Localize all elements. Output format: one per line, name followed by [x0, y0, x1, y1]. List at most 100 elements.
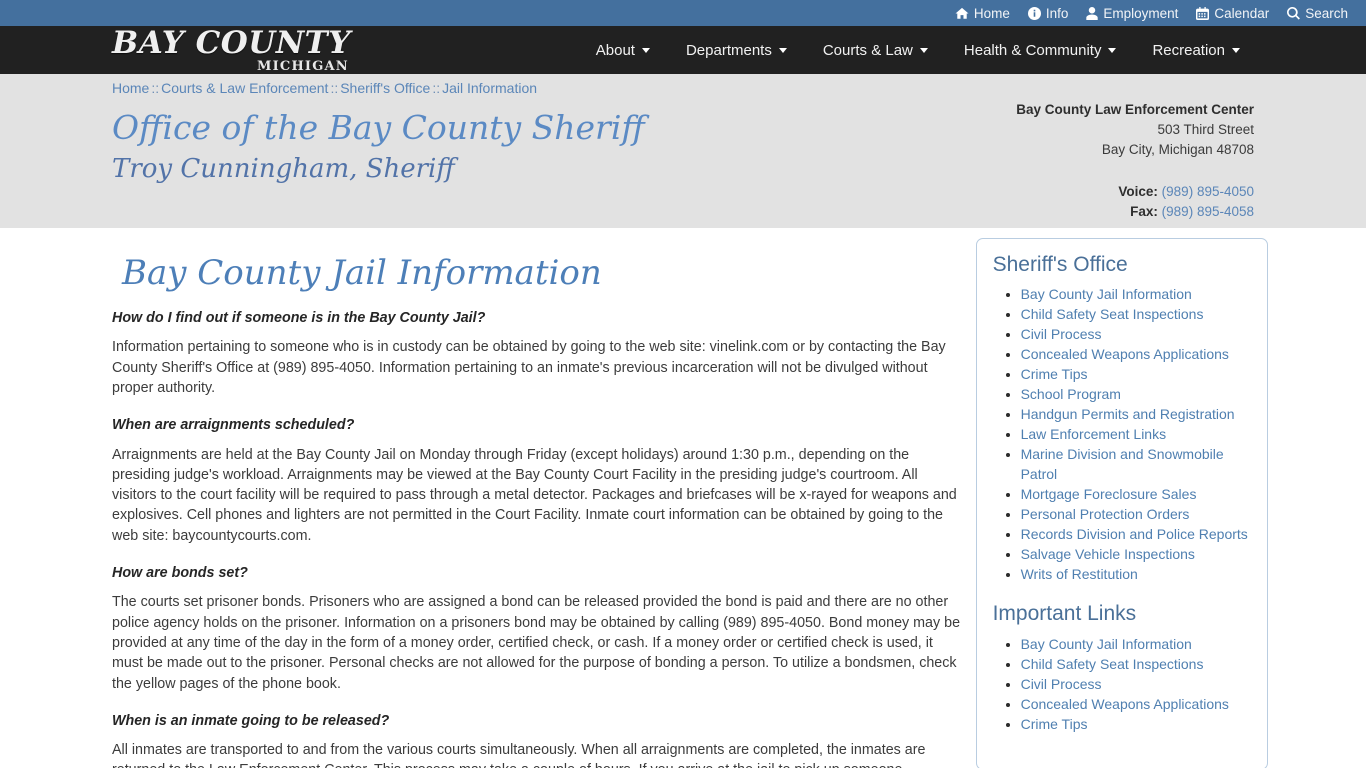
top-utility-bar: Home Info Employment Calendar Search: [0, 0, 1366, 26]
contact-fax-row: Fax: (989) 895-4058: [1016, 202, 1254, 222]
list-item: Law Enforcement Links: [1021, 424, 1253, 444]
list-item: Mortgage Foreclosure Sales: [1021, 484, 1253, 504]
list-item: Concealed Weapons Applications: [1021, 694, 1253, 714]
contact-city-state-zip: Bay City, Michigan 48708: [1101, 142, 1254, 157]
breadcrumb-item-courts-law-enforcement[interactable]: Courts & Law Enforcement: [161, 80, 328, 96]
nav-item-about[interactable]: About: [578, 34, 668, 67]
search-icon: [1287, 6, 1301, 20]
topbar-link-info-label: Info: [1045, 5, 1069, 21]
list-item: School Program: [1021, 384, 1253, 404]
main-content: Bay County Jail Information How do I fin…: [112, 228, 962, 768]
site-logo[interactable]: BAY COUNTY MICHIGAN: [112, 24, 351, 74]
calendar-icon: [1196, 6, 1210, 20]
sidebar-link-mortgage-foreclosure-sales[interactable]: Mortgage Foreclosure Sales: [1021, 486, 1197, 502]
faq-answer-3: The courts set prisoner bonds. Prisoners…: [112, 594, 961, 692]
person-icon: [1086, 6, 1099, 20]
site-logo-sub: MICHIGAN: [257, 58, 349, 74]
list-item: Civil Process: [1021, 324, 1253, 344]
list-item: Writs of Restitution: [1021, 564, 1253, 584]
sidebar: Sheriff's Office Bay County Jail Informa…: [975, 228, 1268, 768]
contact-voice-row: Voice: (989) 895-4050: [1016, 182, 1254, 202]
nav-item-departments-label: Departments: [685, 41, 772, 59]
sidebar-link-records-division-and-police-reports[interactable]: Records Division and Police Reports: [1021, 526, 1248, 542]
sidebar-link-civil-process[interactable]: Civil Process: [1021, 326, 1102, 342]
list-item: Child Safety Seat Inspections: [1021, 304, 1253, 324]
topbar-link-employment[interactable]: Employment: [1086, 6, 1178, 21]
contact-fax-number[interactable]: (989) 895-4058: [1162, 204, 1254, 219]
list-item: Records Division and Police Reports: [1021, 524, 1253, 544]
breadcrumb-item-sheriffs-office[interactable]: Sheriff's Office: [340, 80, 430, 96]
breadcrumb-separator: ::: [432, 80, 441, 96]
nav-item-courts-law[interactable]: Courts & Law: [805, 34, 946, 67]
topbar-link-calendar[interactable]: Calendar: [1196, 6, 1269, 21]
list-item: Marine Division and Snowmobile Patrol: [1021, 444, 1253, 484]
breadcrumb-item-jail-information[interactable]: Jail Information: [442, 80, 537, 96]
nav-item-recreation[interactable]: Recreation: [1134, 34, 1258, 67]
breadcrumb: Home:: Courts & Law Enforcement:: Sheriff'…: [112, 74, 1254, 96]
sidebar-link-writs-of-restitution[interactable]: Writs of Restitution: [1021, 566, 1138, 582]
topbar-link-employment-label: Employment: [1103, 5, 1179, 21]
sidebar-link-concealed-weapons-applications[interactable]: Concealed Weapons Applications: [1021, 346, 1229, 362]
topbar-link-info[interactable]: Info: [1027, 5, 1069, 21]
chevron-down-icon: [778, 47, 787, 53]
page-header-band: Home:: Courts & Law Enforcement:: Sheriff'…: [0, 74, 1366, 228]
topbar-link-home-label: Home: [973, 5, 1010, 21]
contact-voice-number[interactable]: (989) 895-4050: [1162, 184, 1254, 199]
sidebar-link-child-safety-seat-inspections[interactable]: Child Safety Seat Inspections: [1021, 306, 1204, 322]
contact-voice-label: Voice:: [1118, 184, 1158, 199]
sidebar-list-sheriffs-office: Bay County Jail Information Child Safety…: [991, 284, 1253, 584]
sidebar-link-crime-tips[interactable]: Crime Tips: [1021, 366, 1088, 382]
important-link-concealed-weapons-applications[interactable]: Concealed Weapons Applications: [1021, 696, 1229, 712]
list-item: Concealed Weapons Applications: [1021, 344, 1253, 364]
breadcrumb-separator: ::: [151, 80, 160, 96]
sidebar-link-bay-county-jail-information[interactable]: Bay County Jail Information: [1021, 286, 1192, 302]
chevron-down-icon: [1108, 47, 1117, 53]
home-icon: [955, 7, 969, 20]
page-body: Bay County Jail Information How do I fin…: [0, 228, 1366, 768]
important-link-child-safety-seat-inspections[interactable]: Child Safety Seat Inspections: [1021, 656, 1204, 672]
list-item: Bay County Jail Information: [1021, 284, 1253, 304]
faq-answer-2: Arraignments are held at the Bay County …: [112, 446, 957, 544]
breadcrumb-separator: ::: [330, 80, 339, 96]
faq-question-4: When is an inmate going to be released?: [112, 712, 390, 729]
nav-item-departments[interactable]: Departments: [668, 34, 805, 67]
sidebar-heading-sheriffs-office: Sheriff's Office: [992, 253, 1128, 276]
sidebar-link-salvage-vehicle-inspections[interactable]: Salvage Vehicle Inspections: [1021, 546, 1195, 562]
list-item: Personal Protection Orders: [1021, 504, 1253, 524]
chevron-down-icon: [919, 47, 928, 53]
main-navigation-bar: BAY COUNTY MICHIGAN About Departments Co…: [0, 26, 1366, 74]
sidebar-box: Sheriff's Office Bay County Jail Informa…: [975, 238, 1268, 768]
sidebar-link-marine-division-and-snowmobile-patrol[interactable]: Marine Division and Snowmobile Patrol: [1021, 446, 1224, 482]
nav-item-courts-law-label: Courts & Law: [822, 41, 913, 59]
faq-answer-4: All inmates are transported to and from …: [112, 742, 926, 768]
sidebar-list-important-links: Bay County Jail Information Child Safety…: [991, 634, 1253, 734]
sidebar-link-law-enforcement-links[interactable]: Law Enforcement Links: [1021, 426, 1167, 442]
sidebar-link-personal-protection-orders[interactable]: Personal Protection Orders: [1021, 506, 1190, 522]
chevron-down-icon: [641, 47, 650, 53]
site-logo-main: BAY COUNTY: [112, 24, 351, 61]
list-item: Salvage Vehicle Inspections: [1021, 544, 1253, 564]
contact-center-name: Bay County Law Enforcement Center: [1016, 102, 1254, 117]
nav-item-recreation-label: Recreation: [1152, 41, 1225, 59]
list-item: Child Safety Seat Inspections: [1021, 654, 1253, 674]
info-icon: [1027, 6, 1041, 20]
topbar-link-calendar-label: Calendar: [1214, 5, 1270, 21]
nav-item-health-community[interactable]: Health & Community: [946, 34, 1135, 67]
faq-question-2: When are arraignments scheduled?: [112, 417, 355, 434]
important-link-crime-tips[interactable]: Crime Tips: [1021, 716, 1088, 732]
important-link-civil-process[interactable]: Civil Process: [1021, 676, 1102, 692]
contact-fax-label: Fax:: [1130, 204, 1158, 219]
topbar-link-home[interactable]: Home: [955, 6, 1010, 21]
important-link-bay-county-jail-information[interactable]: Bay County Jail Information: [1021, 636, 1192, 652]
sidebar-link-handgun-permits-and-registration[interactable]: Handgun Permits and Registration: [1021, 406, 1235, 422]
faq-question-3: How are bonds set?: [112, 565, 248, 582]
topbar-link-search[interactable]: Search: [1287, 6, 1348, 21]
list-item: Crime Tips: [1021, 714, 1253, 734]
nav-item-about-label: About: [595, 41, 635, 59]
contact-street: 503 Third Street: [1157, 122, 1254, 137]
breadcrumb-item-home[interactable]: Home: [112, 80, 149, 96]
contact-info-block: Bay County Law Enforcement Center 503 Th…: [1016, 100, 1254, 222]
sidebar-link-school-program[interactable]: School Program: [1021, 386, 1121, 402]
nav-item-health-community-label: Health & Community: [963, 41, 1102, 59]
list-item: Handgun Permits and Registration: [1021, 404, 1253, 424]
